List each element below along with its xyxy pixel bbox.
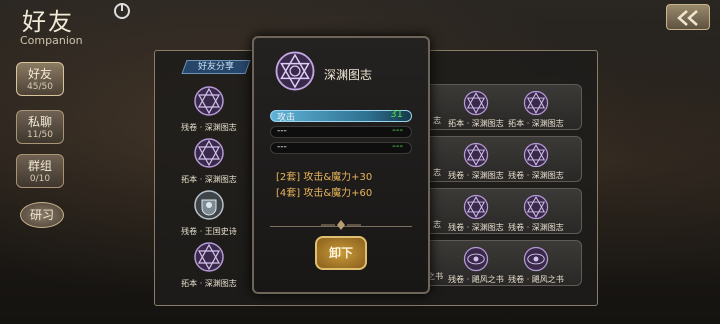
- research-button[interactable]: 研习: [20, 202, 64, 228]
- abyss-sigil-icon: [463, 142, 489, 168]
- stat-row: 攻击 31: [270, 109, 412, 123]
- back-button[interactable]: [666, 4, 710, 30]
- nav-friends-count: 45/50: [27, 82, 53, 92]
- list-item-label: 残卷 · 深渊图志: [181, 123, 237, 132]
- list-item[interactable]: 残卷 · 深渊图志: [505, 193, 567, 233]
- list-item[interactable]: 拓本 · 深渊图志: [178, 240, 240, 289]
- list-item[interactable]: 拓本 · 深渊图志: [445, 89, 507, 129]
- list-item-label: 残卷 · 王国史诗: [181, 227, 237, 236]
- share-card[interactable]: 之书 残卷 · 飓风之书 残卷 · 飓风之书: [414, 240, 582, 286]
- share-card[interactable]: 志 残卷 · 深渊图志 残卷 · 深渊图志: [414, 188, 582, 234]
- nav-private-chat-count: 11/50: [27, 130, 53, 140]
- list-item[interactable]: 残卷 · 深渊图志: [445, 193, 507, 233]
- set-bonus-4: [4套] 攻击&魔力+60: [276, 188, 373, 199]
- tab-friend-share-label: 好友分享: [197, 62, 234, 72]
- nav-private-chat-label: 私聊: [27, 115, 52, 129]
- nav-groups-label: 群组: [27, 159, 52, 173]
- list-item-label: 拓本 · 深渊图志: [448, 119, 504, 128]
- stat-value: ---: [392, 125, 403, 136]
- nav-friends-label: 好友: [27, 67, 52, 81]
- list-item-label: 残卷 · 飓风之书: [448, 275, 504, 284]
- unequip-button[interactable]: 卸下: [315, 236, 367, 270]
- page-title: 好友: [22, 8, 74, 36]
- nav-friends[interactable]: 好友 45/50: [16, 62, 64, 96]
- stat-name: ---: [277, 142, 287, 152]
- stat-value: 31: [390, 109, 403, 120]
- abyss-sigil-icon: [194, 86, 224, 116]
- list-item[interactable]: 残卷 · 王国史诗: [178, 188, 240, 237]
- tab-friend-share[interactable]: 好友分享: [181, 60, 251, 74]
- detail-title: 深渊图志: [324, 68, 373, 82]
- abyss-sigil-icon: [523, 90, 549, 116]
- card-edge-text: 志: [433, 168, 441, 177]
- abyss-sigil-icon: [523, 194, 549, 220]
- list-item[interactable]: 残卷 · 深渊图志: [505, 141, 567, 181]
- share-card[interactable]: 志 拓本 · 深渊图志 拓本 · 深渊图志: [414, 84, 582, 130]
- hurricane-eye-icon: [523, 246, 549, 272]
- list-item-label: 拓本 · 深渊图志: [508, 119, 564, 128]
- nav-groups-count: 0/10: [29, 174, 51, 184]
- list-item-label: 残卷 · 深渊图志: [508, 223, 564, 232]
- card-edge-text: 志: [433, 116, 441, 125]
- kingdom-crest-icon: [194, 190, 224, 220]
- abyss-sigil-icon: [194, 138, 224, 168]
- list-item[interactable]: 残卷 · 飓风之书: [505, 245, 567, 285]
- nav-private-chat[interactable]: 私聊 11/50: [16, 110, 64, 144]
- list-item[interactable]: 残卷 · 深渊图志: [178, 84, 240, 133]
- back-arrow-icon: [677, 10, 698, 26]
- stat-row: --- ---: [270, 141, 412, 154]
- list-item-label: 残卷 · 深渊图志: [508, 171, 564, 180]
- nav-groups[interactable]: 群组 0/10: [16, 154, 64, 188]
- stat-row: --- ---: [270, 125, 412, 138]
- list-item[interactable]: 拓本 · 深渊图志: [178, 136, 240, 185]
- page-subtitle: Companion: [20, 34, 83, 47]
- card-edge-text: 志: [433, 220, 441, 229]
- list-item-label: 拓本 · 深渊图志: [181, 279, 237, 288]
- power-help-icon[interactable]: [114, 3, 130, 19]
- abyss-sigil-icon: [275, 51, 315, 91]
- abyss-sigil-icon: [463, 194, 489, 220]
- list-item-label: 拓本 · 深渊图志: [181, 175, 237, 184]
- share-card[interactable]: 志 残卷 · 深渊图志 残卷 · 深渊图志: [414, 136, 582, 182]
- stat-name: 攻击: [277, 113, 296, 123]
- abyss-sigil-icon: [463, 90, 489, 116]
- hurricane-eye-icon: [463, 246, 489, 272]
- stat-name: ---: [277, 126, 287, 136]
- list-item[interactable]: 残卷 · 深渊图志: [445, 141, 507, 181]
- list-item[interactable]: 拓本 · 深渊图志: [505, 89, 567, 129]
- set-bonus-2: [2套] 攻击&魔力+30: [276, 172, 373, 183]
- list-item-label: 残卷 · 深渊图志: [448, 171, 504, 180]
- list-item-label: 残卷 · 深渊图志: [448, 223, 504, 232]
- stat-value: ---: [392, 141, 403, 152]
- list-item-label: 残卷 · 飓风之书: [508, 275, 564, 284]
- abyss-sigil-icon: [523, 142, 549, 168]
- divider-ornament-icon: [321, 220, 361, 230]
- abyss-sigil-icon: [194, 242, 224, 272]
- list-item[interactable]: 残卷 · 飓风之书: [445, 245, 507, 285]
